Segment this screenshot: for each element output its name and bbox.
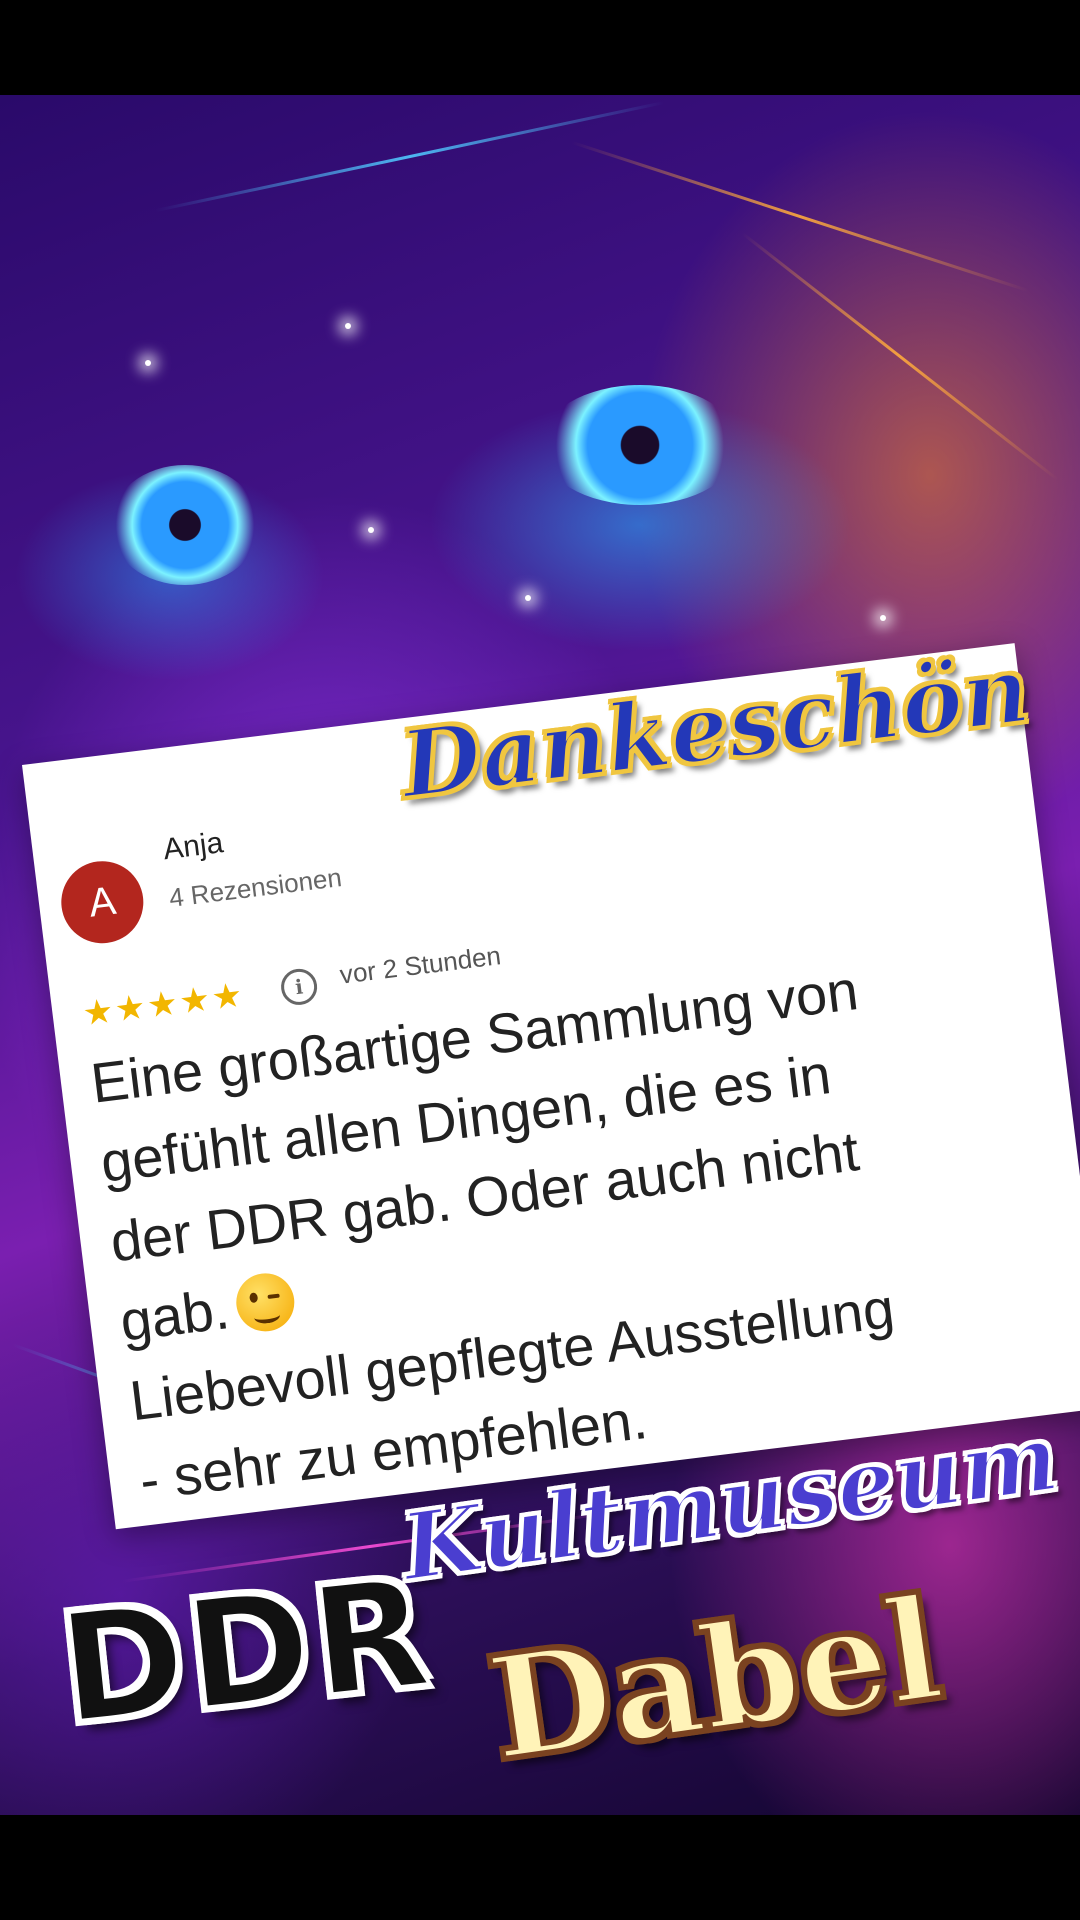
winking-face-icon <box>232 1270 298 1335</box>
light-streak <box>155 100 665 213</box>
sparkle <box>880 615 886 621</box>
light-streak <box>741 232 1059 481</box>
review-count: 4 Rezensionen <box>167 862 344 913</box>
sparkle <box>368 527 374 533</box>
review-text-line: gab. <box>116 1277 233 1353</box>
top-letterbox <box>0 0 1080 95</box>
sparkle <box>145 360 151 366</box>
sparkle <box>345 323 351 329</box>
info-icon[interactable]: i <box>279 966 320 1007</box>
review-time: vor 2 Stunden <box>338 940 503 990</box>
star-rating: ★★★★★ <box>80 975 247 1034</box>
author-name[interactable]: Anja <box>161 826 225 867</box>
left-eye-graphic <box>110 465 260 585</box>
sparkle <box>525 595 531 601</box>
right-eye-graphic <box>540 385 740 505</box>
bottom-letterbox <box>0 1815 1080 1920</box>
light-streak <box>571 140 1029 293</box>
avatar[interactable]: A <box>56 856 149 948</box>
